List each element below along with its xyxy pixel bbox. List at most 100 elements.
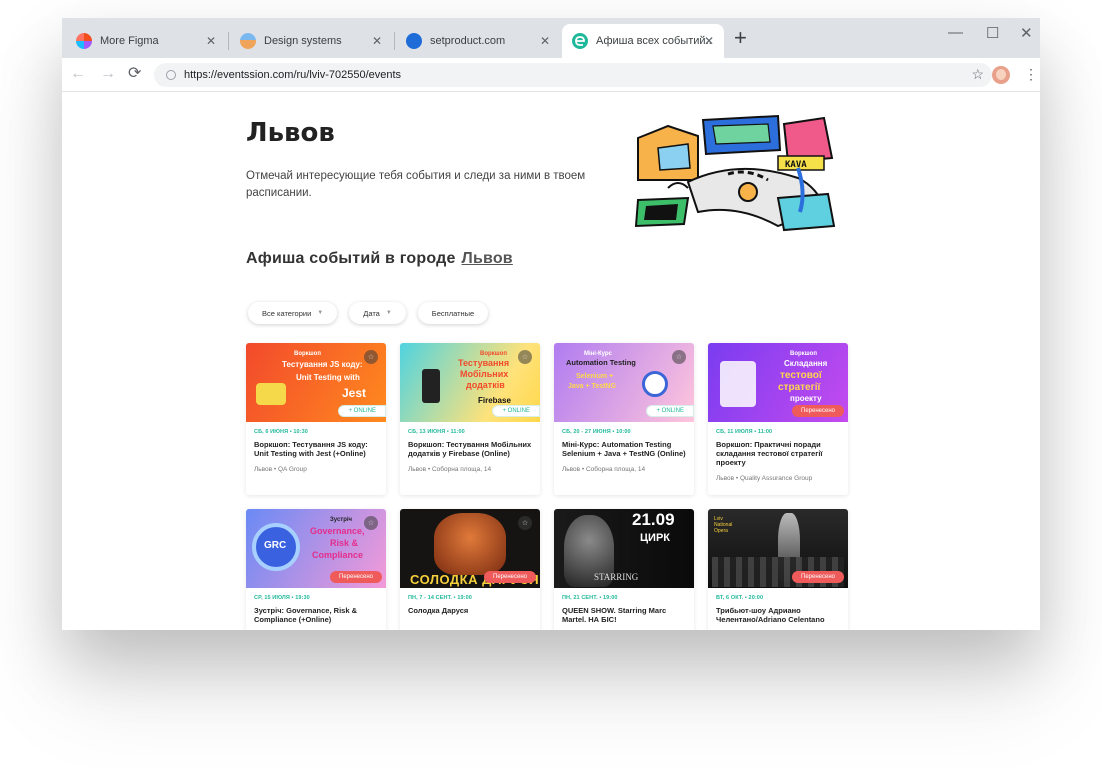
thumb-text: Міні-Курс [584,351,612,357]
eventssion-favicon-icon [572,33,588,49]
event-title[interactable]: Трибьют-шоу Адриано Челентано/Adriano Ce… [716,606,840,624]
event-card[interactable]: Lviv National Opera Перенесено ВТ, 6 ОКТ… [708,509,848,630]
thumb-text: Воркшоп [480,351,507,357]
event-date: СР, 15 ИЮЛЯ • 19:30 [254,595,310,601]
event-card[interactable]: Міні-Курс Automation Testing Selenium + … [554,343,694,495]
favorite-icon[interactable]: ☆ [518,350,532,364]
event-thumbnail: GRC Зустріч Governance, Risk & Complianc… [246,509,386,588]
tab-label: Афиша всех событий.. [596,35,712,47]
thumb-text: Тестування JS коду: [282,360,363,369]
event-thumbnail: СОЛОДКА ДАРУСЯ ☆ Перенесено [400,509,540,588]
tab-separator [394,32,395,50]
event-body: СБ, 6 ИЮНЯ • 10:30 Воркшоп: Тестування J… [246,422,386,481]
page-description: Отмечай интересующие тебя события и след… [246,170,586,199]
thumb-text: Compliance [312,550,364,560]
browser-toolbar: ← → ⟳ https://eventssion.com/ru/lviv-702… [62,58,1040,92]
address-bar[interactable]: https://eventssion.com/ru/lviv-702550/ev… [154,63,992,87]
tab-eventssion[interactable]: Афиша всех событий.. ✕ [562,24,724,58]
event-thumbnail: Міні-Курс Automation Testing Selenium + … [554,343,694,422]
favorite-icon[interactable]: ☆ [364,350,378,364]
event-date: ПН, 21 СЕНТ. • 19:00 [562,595,618,601]
event-place: Львов • QA Group [254,466,307,473]
event-body: СР, 15 ИЮЛЯ • 19:30 Зустріч: Governance,… [246,588,386,630]
favorite-icon[interactable]: ☆ [364,516,378,530]
favorite-icon[interactable]: ☆ [518,516,532,530]
event-date: ВТ, 6 ОКТ. • 20:00 [716,595,764,601]
thumb-text: тестової [780,370,822,381]
event-thumbnail: Воркшоп Тестування Мобільних додатків Fi… [400,343,540,422]
gear-illustration [642,371,668,397]
close-tab-icon[interactable]: ✕ [540,34,550,48]
minimize-button[interactable]: — [948,24,963,41]
page-title: Львов [246,118,335,148]
moved-badge: Перенесено [792,571,844,583]
thumb-text: Тестування [458,358,510,368]
event-place: Львов • Соборна площа, 14 [562,466,646,473]
filter-label: Дата [363,308,380,318]
thumb-text: Selenium + [576,373,614,380]
event-title[interactable]: Воркшоп: Тестування Мобільних додатків у… [408,440,532,458]
event-thumbnail: Воркшоп Складання тестової стратегії про… [708,343,848,422]
new-tab-button[interactable]: + [734,27,747,49]
profile-avatar[interactable] [992,66,1010,84]
event-card[interactable]: GRC Зустріч Governance, Risk & Complianc… [246,509,386,630]
setproduct-favicon-icon [406,33,422,49]
thumb-text: Unit Testing with [296,373,360,382]
thumb-text: Opera [714,528,728,534]
moved-badge: Перенесено [484,571,536,583]
filter-label: Все категории [262,308,312,318]
close-tab-icon[interactable]: ✕ [206,34,216,48]
favorite-icon[interactable]: ☆ [672,350,686,364]
event-body: СБ, 20 - 27 ИЮНЯ • 10:00 Міні-Курс: Auto… [554,422,694,481]
close-tab-icon[interactable]: ✕ [704,34,714,48]
forward-button[interactable]: → [100,65,116,83]
tab-setproduct[interactable]: setproduct.com ✕ [396,24,560,58]
thumb-text: GRC [264,540,287,551]
event-card[interactable]: Воркшоп Тестування Мобільних додатків Fi… [400,343,540,495]
event-card[interactable]: Воркшоп Тестування JS коду: Unit Testing… [246,343,386,495]
tab-design-systems[interactable]: Design systems ✕ [230,24,392,58]
city-illustration: KAVA [628,108,844,234]
reload-button[interactable]: ⟳ [128,65,141,83]
bookmark-star-icon[interactable]: ☆ [971,66,984,83]
event-thumbnail: Lviv National Opera Перенесено [708,509,848,588]
filter-date[interactable]: Дата ▼ [349,302,406,324]
event-card[interactable]: СОЛОДКА ДАРУСЯ ☆ Перенесено ПН, 7 - 14 С… [400,509,540,630]
filter-categories[interactable]: Все категории ▼ [248,302,338,324]
thumb-text: Зустріч [330,517,353,523]
moved-badge: Перенесено [330,571,382,583]
back-button[interactable]: ← [70,65,86,83]
event-body: СБ, 11 ИЮЛЯ • 11:00 Воркшоп: Практичні п… [708,422,848,490]
thumb-text: Мобільних [460,369,509,379]
thumb-text: Воркшоп [294,351,321,357]
close-tab-icon[interactable]: ✕ [372,34,382,48]
tab-label: setproduct.com [430,35,506,47]
filter-label: Бесплатные [431,308,475,318]
event-title[interactable]: QUEEN SHOW. Starring Marc Martel. НА БІС… [562,606,686,624]
tab-more-figma[interactable]: More Figma ✕ [66,24,226,58]
event-card[interactable]: Воркшоп Складання тестової стратегії про… [708,343,848,495]
illustration-sign: KAVA [785,160,807,170]
event-title[interactable]: Солодка Даруся [408,606,532,615]
event-title[interactable]: Воркшоп: Практичні поради складання тест… [716,440,840,467]
event-place: Львов • Соборна площа, 14 [408,466,492,473]
section-title-text: Афиша событий в городе [246,250,456,267]
filter-free[interactable]: Бесплатные [417,302,489,324]
page-content: Львов Отмечай интересующие тебя события … [62,92,1040,630]
browser-menu-icon[interactable]: ⋮ [1024,66,1038,82]
maximize-button[interactable]: ☐ [986,24,999,42]
thumb-text: Automation Testing [566,358,636,367]
thumb-text: STARRING [594,572,639,582]
event-title[interactable]: Міні-Курс: Automation Testing Selenium +… [562,440,686,458]
thumb-text: Java + TestNG [568,383,616,390]
event-title[interactable]: Воркшоп: Тестування JS коду: Unit Testin… [254,440,378,458]
event-date: СБ, 13 ИЮНЯ • 11:00 [408,429,465,435]
online-badge: + ONLINE [492,405,540,417]
thumb-text: додатків [466,380,505,390]
tab-separator [228,32,229,50]
tab-label: More Figma [100,35,159,47]
event-title[interactable]: Зустріч: Governance, Risk & Compliance (… [254,606,378,624]
city-link[interactable]: Львов [462,250,513,267]
event-card[interactable]: 21.09 ЦИРК STARRING ПН, 21 СЕНТ. • 19:00… [554,509,694,630]
close-window-button[interactable]: ✕ [1020,24,1033,42]
